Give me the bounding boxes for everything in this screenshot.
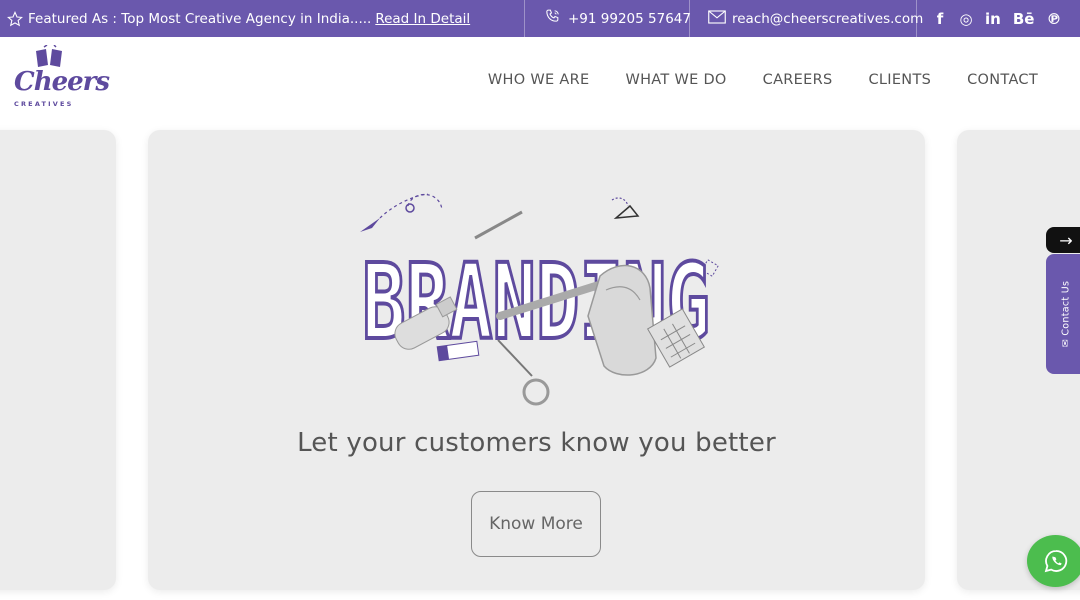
slide-card-previous[interactable]	[0, 130, 116, 590]
logo-subtitle: CREATIVES	[14, 100, 74, 108]
phone-number: +91 99205 57647	[568, 10, 691, 27]
topbar-divider	[689, 0, 690, 37]
phone-contact[interactable]: +91 99205 57647	[544, 0, 691, 37]
linkedin-icon[interactable]: in	[985, 10, 1001, 28]
contact-us-tab[interactable]: ✉ Contact Us	[1046, 254, 1080, 374]
topbar-divider	[916, 0, 917, 37]
logo[interactable]: Cheers CREATIVES	[12, 45, 110, 111]
instagram-icon[interactable]: ◎	[959, 10, 973, 28]
nav-item-who-we-are[interactable]: WHO WE ARE	[488, 72, 590, 88]
mail-icon	[708, 9, 726, 28]
logo-wordmark: Cheers	[14, 67, 110, 97]
slide-tagline: Let your customers know you better	[297, 428, 776, 458]
nav-item-what-we-do[interactable]: WHAT WE DO	[625, 72, 726, 88]
main-nav: WHO WE ARE WHAT WE DO CAREERS CLIENTS CO…	[488, 37, 1038, 122]
pinterest-icon[interactable]: ℗	[1046, 10, 1061, 28]
nav-item-careers[interactable]: CAREERS	[763, 72, 833, 88]
featured-notice: Featured As : Top Most Creative Agency i…	[6, 0, 470, 37]
arrow-right-button[interactable]: →	[1046, 227, 1080, 253]
behance-icon[interactable]: Bē	[1013, 10, 1035, 28]
know-more-button[interactable]: Know More	[471, 491, 601, 557]
nav-item-clients[interactable]: CLIENTS	[868, 72, 931, 88]
top-bar: Featured As : Top Most Creative Agency i…	[0, 0, 1080, 37]
facebook-icon[interactable]: f	[933, 10, 947, 28]
whatsapp-button[interactable]	[1027, 535, 1080, 587]
contact-us-label: ✉ Contact Us	[1060, 280, 1072, 348]
whatsapp-icon	[1044, 550, 1067, 573]
read-in-detail-link[interactable]: Read In Detail	[375, 11, 470, 27]
site-header: Cheers CREATIVES WHO WE ARE WHAT WE DO C…	[0, 37, 1080, 122]
email-address: reach@cheerscreatives.com	[732, 10, 924, 27]
phone-icon	[544, 8, 561, 29]
star-icon	[6, 10, 24, 28]
hero-slider: BRANDING Let your customers know you bet…	[0, 122, 1080, 600]
email-contact[interactable]: reach@cheerscreatives.com	[708, 0, 923, 37]
nav-item-contact[interactable]: CONTACT	[967, 72, 1038, 88]
featured-text: Featured As : Top Most Creative Agency i…	[28, 10, 372, 27]
branding-illustration: BRANDING	[360, 193, 719, 406]
slide-card-active: BRANDING Let your customers know you bet…	[148, 130, 925, 590]
topbar-divider	[524, 0, 525, 37]
social-links: f ◎ in Bē ℗	[933, 0, 1062, 37]
mail-icon: ✉	[1060, 338, 1072, 348]
